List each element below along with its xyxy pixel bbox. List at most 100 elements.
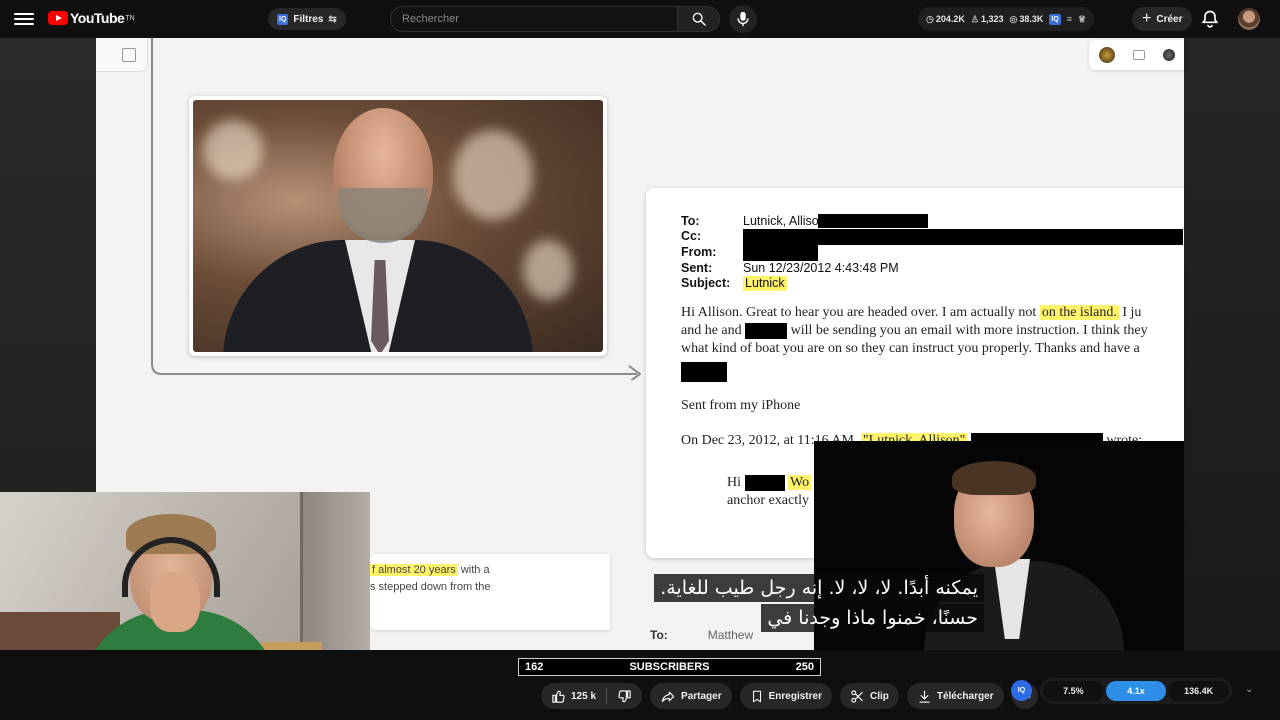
iq-badge: IQ	[277, 13, 289, 25]
from-label: From:	[681, 245, 717, 259]
thumbs-up-icon	[552, 690, 565, 703]
create-button[interactable]: + Créer	[1132, 7, 1193, 31]
share-button[interactable]: Partager	[650, 683, 732, 709]
email-subject-row: Subject: Lutnick	[681, 276, 1183, 291]
stats-ratio-pills: 7.5% 4.1x 136.4K	[1040, 678, 1232, 704]
users-icon: ♙	[970, 13, 979, 24]
plus-icon: +	[1142, 10, 1152, 27]
trophy-icon[interactable]: ♕	[1078, 14, 1086, 25]
top-bar: YouTube TN IQ Filtres ⇆ ◷204.2K ♙1,323 ◎…	[0, 0, 1280, 38]
subscriber-end: 250	[795, 661, 814, 673]
reactor-webcam	[0, 492, 370, 650]
eye-icon: ◎	[1009, 13, 1018, 24]
search-button[interactable]	[678, 6, 720, 32]
snippet-line: s stepped down from the	[370, 581, 491, 593]
bokeh-light	[453, 130, 533, 220]
layout-icon	[1133, 50, 1145, 60]
redaction-bar	[681, 362, 727, 382]
logo-country-code: TN	[125, 14, 135, 22]
redaction-bar	[743, 229, 1183, 245]
body-text: I ju	[1122, 305, 1142, 320]
sent-value: Sun 12/23/2012 4:43:48 PM	[743, 261, 899, 275]
tune-icon: ⇆	[328, 13, 337, 25]
channel-stats: ◷ 204.2K ♙ 1,323 ◎ 38.3K IQ ≡ ♕	[918, 7, 1095, 31]
snippet-text: with a	[460, 564, 490, 576]
notifications-bell-icon[interactable]	[1200, 9, 1220, 29]
comments-value: 1,323	[980, 14, 1004, 24]
body-text: Hi Allison. Great to hear you are headed…	[681, 305, 1037, 320]
video-background-right	[1184, 38, 1280, 650]
body-line: and he and will be sending you an email …	[681, 322, 1184, 340]
account-dot-icon	[1099, 47, 1115, 63]
like-button[interactable]: 125 k	[541, 683, 606, 709]
subject-label: Subject:	[681, 276, 731, 290]
cardboard-box-shape	[262, 642, 322, 650]
outlier-ratio[interactable]: 4.1x	[1105, 681, 1167, 701]
highlighted-text: Wo	[788, 475, 812, 490]
clip-button[interactable]: Clip	[839, 683, 899, 709]
bookmark-icon	[752, 690, 761, 702]
video-player[interactable]: To: Lutnick, Allison Cc: From: Sent: Sun 1…	[0, 38, 1280, 650]
bokeh-light	[203, 120, 263, 180]
iq-extension-badge[interactable]: IQ	[1049, 13, 1061, 25]
copy-icon	[122, 48, 136, 62]
to-value: Lutnick, Allison	[743, 214, 826, 228]
youtube-play-icon	[48, 11, 68, 25]
article-snippet-card: f almost 20 years with a s stepped down …	[370, 554, 610, 630]
body-text: and he and	[681, 323, 742, 338]
download-button[interactable]: Télécharger	[906, 683, 1004, 709]
likes-value: 38.3K	[1019, 14, 1044, 24]
share-icon	[661, 691, 675, 702]
email-from-row: From:	[681, 245, 1183, 261]
body-line: what kind of boat you are on so they can…	[681, 340, 1184, 358]
to-label: To:	[681, 214, 700, 228]
hand-shape	[150, 572, 200, 632]
snippet-line: f almost 20 years with a	[370, 562, 610, 579]
email-to-row: To: Lutnick, Allison	[681, 214, 1183, 229]
dislike-button[interactable]	[607, 683, 642, 709]
like-count: 125 k	[571, 690, 597, 702]
views-value: 204.2K	[935, 14, 965, 24]
redaction-bar	[743, 245, 818, 261]
filters-button[interactable]: IQ Filtres ⇆	[268, 8, 346, 30]
download-icon	[919, 690, 930, 703]
clip-label: Clip	[869, 690, 889, 702]
sent-from-line: Sent from my iPhone	[681, 398, 801, 413]
door-shape	[300, 492, 370, 650]
subtitles: يمكنه أبدًا. لا، لا، لا. إنه رجل طيب للغ…	[654, 574, 984, 632]
microphone-icon	[737, 11, 749, 27]
email-sent-row: Sent: Sun 12/23/2012 4:43:48 PM	[681, 261, 1183, 276]
body-line: Hi Allison. Great to hear you are headed…	[681, 304, 1184, 322]
share-label: Partager	[681, 690, 722, 702]
create-label: Créer	[1156, 13, 1183, 25]
save-button[interactable]: Enregistrer	[739, 683, 832, 709]
sent-label: Sent:	[681, 261, 713, 275]
body-text: will be sending you an email with more i…	[790, 323, 1148, 338]
menu-icon[interactable]	[14, 10, 34, 28]
voice-search-button[interactable]	[729, 5, 757, 33]
engagement-ratio[interactable]: 7.5%	[1043, 681, 1104, 701]
portrait-photo-card	[189, 96, 607, 356]
account-avatar[interactable]	[1238, 8, 1260, 30]
hair-shape	[952, 461, 1036, 495]
comments-stat: ♙ 1,323	[971, 14, 1004, 25]
views-per-hour[interactable]: 136.4K	[1168, 681, 1230, 701]
subtitle-line-1: يمكنه أبدًا. لا، لا، لا. إنه رجل طيب للغ…	[654, 574, 984, 602]
search-input[interactable]	[390, 6, 678, 32]
iq-extension-button[interactable]: IQ	[1011, 680, 1032, 701]
download-label: Télécharger	[936, 690, 994, 702]
timeline-tools	[1089, 40, 1184, 70]
search-bar	[390, 6, 720, 32]
search-icon	[692, 12, 706, 26]
portrait-photo	[193, 100, 603, 352]
like-dislike-group: 125 k	[541, 683, 643, 709]
redaction-bar	[745, 322, 788, 339]
body-line	[681, 362, 1184, 382]
save-label: Enregistrer	[768, 690, 822, 702]
list-icon[interactable]: ≡	[1067, 14, 1072, 24]
email-header: To: Lutnick, Allison Cc: From: Sent: Sun 1…	[681, 214, 1183, 291]
scissors-icon	[851, 689, 863, 703]
chevron-down-icon[interactable]: ⌄	[1245, 684, 1253, 695]
youtube-logo[interactable]: YouTube TN	[48, 10, 135, 26]
body-text: what kind of boat you are on so they can…	[681, 341, 1140, 356]
